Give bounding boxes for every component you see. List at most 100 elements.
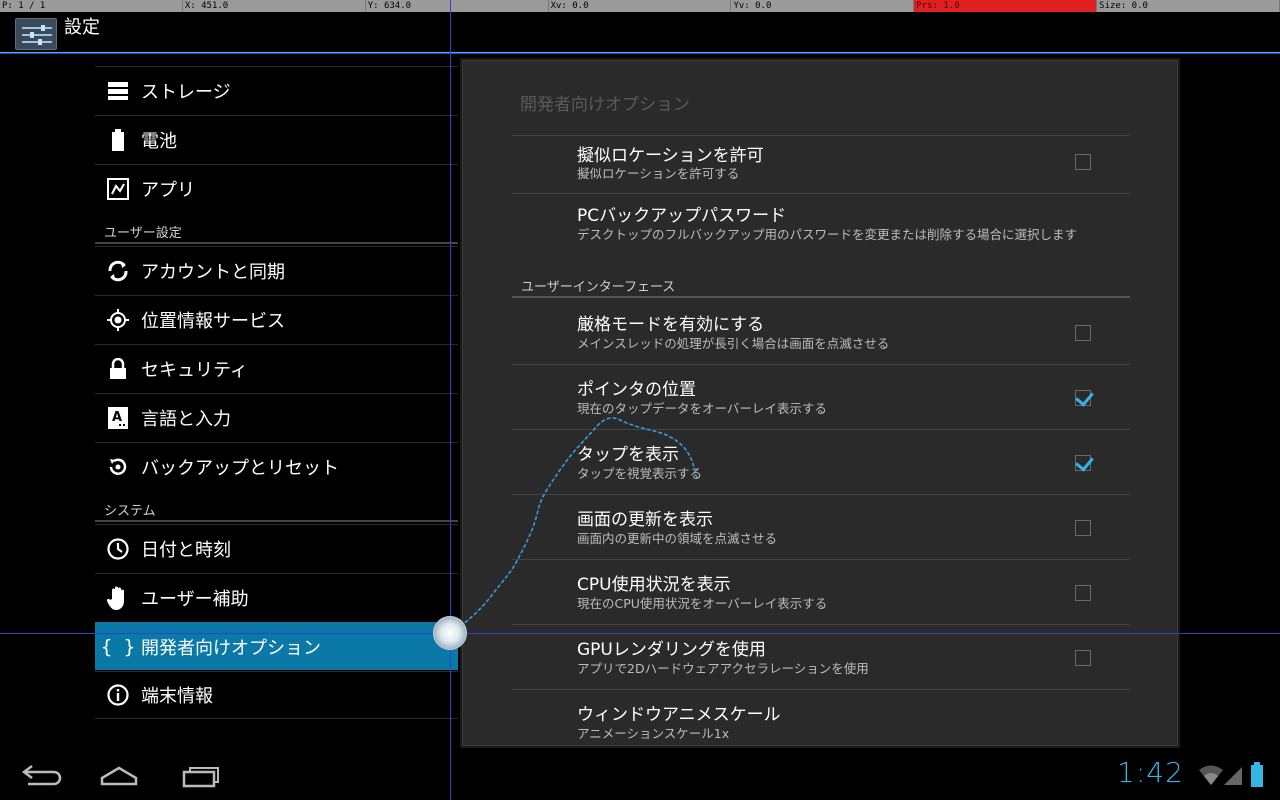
pref-title: タップを表示 [577, 445, 679, 465]
show-touches-checkbox[interactable] [1075, 455, 1091, 471]
sidebar-item-language-input[interactable]: A 言語と入力 [95, 393, 458, 441]
category-label: ユーザーインターフェース [521, 280, 676, 295]
page-title: 設定 [64, 17, 100, 38]
screen-updates-checkbox[interactable] [1075, 520, 1091, 536]
wifi-icon [1198, 765, 1224, 791]
section-header-user-settings: ユーザー設定 [95, 216, 458, 244]
pointer-x-velocity: Xv: 0.0 [549, 0, 732, 12]
back-icon[interactable] [16, 760, 66, 790]
hand-icon [95, 585, 141, 611]
touch-point-indicator [433, 616, 467, 650]
pref-show-touches[interactable]: タップを表示 タップを視覚表示する [512, 429, 1130, 494]
status-clock[interactable]: 1:42 [1117, 756, 1184, 789]
pointer-location-checkbox[interactable] [1075, 390, 1091, 406]
pref-title: ポインタの位置 [577, 380, 696, 400]
sidebar-item-label: アプリ [141, 179, 195, 201]
pref-title: ウィンドウアニメスケール [577, 705, 781, 725]
pref-summary: 現在のタップデータをオーバーレイ表示する [577, 401, 827, 416]
mock-location-checkbox[interactable] [1075, 154, 1091, 170]
sidebar-item-security[interactable]: セキュリティ [95, 344, 458, 392]
pref-title: 画面の更新を表示 [577, 510, 713, 530]
pointer-pressure: Prs: 1.0 [914, 0, 1098, 12]
storage-icon [95, 81, 141, 101]
pointer-y: Y: 634.0 [366, 0, 549, 12]
category-header-ui: ユーザーインターフェース [512, 268, 1130, 298]
battery-status-icon [1250, 762, 1264, 792]
pointer-count: P: 1 / 1 [0, 0, 183, 12]
sidebar-item-label: バックアップとリセット [141, 457, 339, 479]
recents-icon[interactable] [180, 760, 230, 790]
sidebar-item-accessibility[interactable]: ユーザー補助 [95, 573, 458, 621]
pointer-crosshair-horizontal [0, 633, 1280, 634]
pref-title: PCバックアップパスワード [577, 206, 787, 226]
pointer-crosshair-horizontal-top [0, 53, 1280, 54]
sidebar-item-location[interactable]: 位置情報サービス [95, 295, 458, 343]
pref-title: CPU使用状況を表示 [577, 575, 731, 595]
strict-mode-checkbox[interactable] [1075, 325, 1091, 341]
sidebar-item-label: アカウントと同期 [141, 261, 285, 283]
battery-icon [95, 128, 141, 151]
sidebar-item-about[interactable]: 端末情報 [95, 671, 458, 719]
gpu-rendering-checkbox[interactable] [1075, 650, 1091, 666]
pref-title: GPUレンダリングを使用 [577, 640, 766, 660]
language-icon: A [95, 406, 141, 430]
pref-pc-backup-password[interactable]: PCバックアップパスワード デスクトップのフルバックアップ用のパスワードを変更ま… [512, 193, 1130, 273]
apps-icon [95, 177, 141, 200]
sidebar-item-apps[interactable]: アプリ [95, 164, 458, 212]
cpu-usage-checkbox[interactable] [1075, 585, 1091, 601]
settings-sliders-icon[interactable] [15, 18, 57, 50]
clock-icon [95, 537, 141, 561]
pref-summary: 画面内の更新中の領域を点滅させる [577, 531, 778, 546]
pref-summary: 現在のCPU使用状況をオーバーレイ表示する [577, 596, 828, 611]
pref-title: 擬似ロケーションを許可 [577, 146, 764, 166]
sidebar-item-date-time[interactable]: 日付と時刻 [95, 524, 458, 572]
settings-sidebar: ストレージ 電池 アプリ ユーザー設定 アカウントと同期 位置情報サービス セキ… [95, 66, 458, 722]
pref-summary: 擬似ロケーションを許可する [577, 166, 740, 181]
pref-show-cpu-usage[interactable]: CPU使用状況を表示 現在のCPU使用状況をオーバーレイ表示する [512, 559, 1130, 624]
home-icon[interactable] [96, 760, 146, 790]
pref-show-screen-updates[interactable]: 画面の更新を表示 画面内の更新中の領域を点滅させる [512, 494, 1130, 559]
sidebar-item-battery[interactable]: 電池 [95, 115, 458, 163]
developer-options-panel: 開発者向けオプション 擬似ロケーションを許可 擬似ロケーションを許可する PCバ… [460, 58, 1180, 748]
sidebar-item-backup-reset[interactable]: バックアップとリセット [95, 442, 458, 490]
sidebar-item-label: 電池 [141, 130, 177, 152]
pref-summary: アニメーションスケール1x [577, 726, 730, 741]
panel-title: 開発者向けオプション [520, 95, 690, 115]
system-nav-bar: 1:42 [0, 750, 1280, 800]
pointer-location-bar: P: 1 / 1 X: 451.0 Y: 634.0 Xv: 0.0 Yv: 0… [0, 0, 1280, 12]
sidebar-item-label: 言語と入力 [141, 408, 231, 430]
pref-summary: タップを視覚表示する [577, 466, 703, 481]
section-header-system: システム [95, 494, 458, 522]
pointer-y-velocity: Yv: 0.0 [731, 0, 915, 12]
pref-window-animation-scale[interactable]: ウィンドウアニメスケール アニメーションスケール1x [512, 689, 1130, 746]
sidebar-item-label: ストレージ [141, 81, 231, 103]
sidebar-item-label: 端末情報 [141, 686, 213, 707]
info-icon [95, 683, 141, 707]
signal-icon [1222, 765, 1244, 791]
lock-icon [95, 357, 141, 380]
pref-strict-mode[interactable]: 厳格モードを有効にする メインスレッドの処理が長引く場合は画面を点滅させる [512, 300, 1130, 364]
pref-summary: メインスレッドの処理が長引く場合は画面を点滅させる [577, 336, 890, 351]
pref-summary: アプリで2Dハードウェアアクセラレーションを使用 [577, 661, 869, 676]
pref-allow-mock-locations[interactable]: 擬似ロケーションを許可 擬似ロケーションを許可する [512, 135, 1130, 193]
sidebar-item-storage[interactable]: ストレージ [95, 66, 458, 114]
pointer-x: X: 451.0 [183, 0, 366, 12]
pref-pointer-location[interactable]: ポインタの位置 現在のタップデータをオーバーレイ表示する [512, 364, 1130, 429]
sidebar-item-label: 位置情報サービス [141, 310, 285, 332]
location-icon [95, 308, 141, 332]
backup-icon [95, 455, 141, 479]
braces-icon: { } [100, 635, 136, 658]
pointer-crosshair-vertical [450, 0, 451, 800]
pref-summary: デスクトップのフルバックアップ用のパスワードを変更または削除する場合に選択します [577, 227, 1078, 242]
sidebar-item-accounts-sync[interactable]: アカウントと同期 [95, 246, 458, 294]
sidebar-item-label: 日付と時刻 [141, 539, 231, 561]
sidebar-item-developer-options[interactable]: { } 開発者向けオプション [95, 622, 458, 670]
sidebar-item-label: セキュリティ [141, 359, 248, 381]
svg-text:A: A [112, 410, 122, 425]
action-bar: 設定 [0, 12, 1280, 54]
sync-icon [95, 259, 141, 283]
sidebar-item-label: 開発者向けオプション [141, 637, 321, 659]
pointer-size: Size: 0.0 [1097, 0, 1280, 12]
sidebar-item-label: ユーザー補助 [141, 588, 249, 610]
pref-title: 厳格モードを有効にする [577, 315, 765, 335]
